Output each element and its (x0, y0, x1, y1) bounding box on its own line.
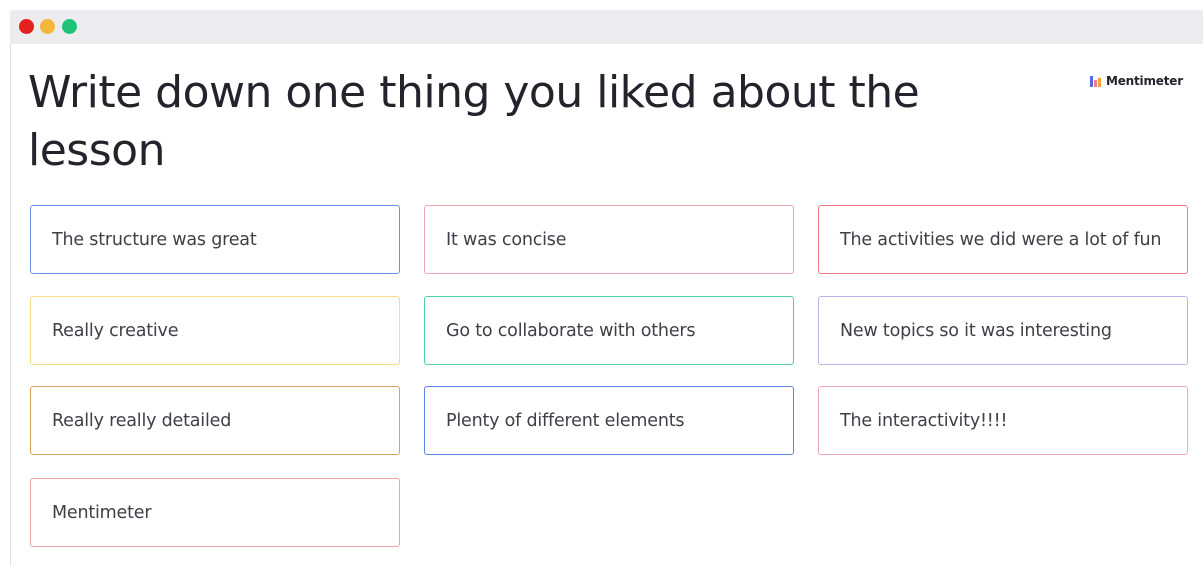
response-card: The activities we did were a lot of fun (818, 205, 1188, 274)
window-titlebar (10, 10, 1203, 44)
close-window-button[interactable] (19, 19, 34, 34)
mentimeter-bar-logo-icon (1090, 75, 1102, 87)
window-border (10, 44, 11, 566)
response-card: Mentimeter (30, 478, 400, 547)
minimize-window-button[interactable] (40, 19, 55, 34)
brand-name: Mentimeter (1106, 74, 1183, 88)
response-card: The structure was great (30, 205, 400, 274)
response-card: Go to collaborate with others (424, 296, 794, 365)
maximize-window-button[interactable] (62, 19, 77, 34)
brand-logo: Mentimeter (1090, 73, 1183, 89)
response-card: It was concise (424, 205, 794, 274)
response-card: The interactivity!!!! (818, 386, 1188, 455)
presentation-window: Write down one thing you liked about the… (0, 0, 1203, 566)
response-card: Really really detailed (30, 386, 400, 455)
response-card: New topics so it was interesting (818, 296, 1188, 365)
response-card: Plenty of different elements (424, 386, 794, 455)
response-card: Really creative (30, 296, 400, 365)
question-title: Write down one thing you liked about the… (28, 67, 920, 176)
